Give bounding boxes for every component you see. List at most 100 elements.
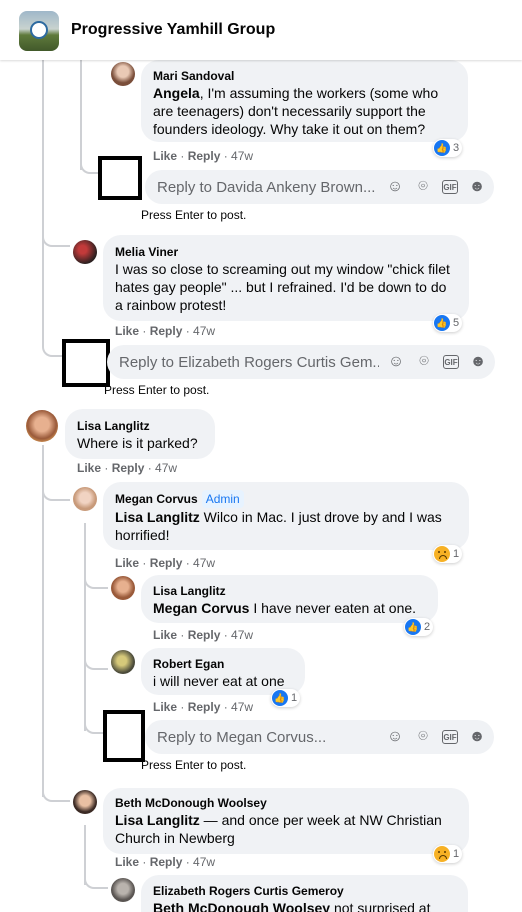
reaction-count[interactable]: 👍 2 bbox=[404, 618, 434, 636]
comment-bubble: Mari Sandoval Angela, I'm assuming the w… bbox=[141, 60, 468, 142]
comment-text: Megan Corvus I have never eaten at one. bbox=[153, 600, 417, 616]
like-link[interactable]: Like bbox=[115, 855, 139, 869]
avatar[interactable] bbox=[111, 878, 135, 902]
thread-line bbox=[84, 575, 108, 589]
avatar[interactable] bbox=[26, 410, 58, 442]
timestamp[interactable]: 47w bbox=[193, 324, 215, 338]
camera-icon[interactable]: ⌾ bbox=[415, 353, 433, 371]
reaction-count[interactable]: 👍 3 bbox=[433, 139, 463, 157]
comment-author[interactable]: Beth McDonough Woolsey bbox=[115, 795, 457, 811]
comment-text: Lisa Langlitz Wilco in Mac. I just drove… bbox=[115, 509, 442, 543]
thread-line bbox=[42, 233, 70, 247]
mention-link[interactable]: Angela bbox=[153, 85, 200, 101]
reply-link[interactable]: Reply bbox=[112, 461, 145, 475]
timestamp[interactable]: 47w bbox=[193, 855, 215, 869]
reply-link[interactable]: Reply bbox=[150, 556, 183, 570]
comment-author[interactable]: Robert Egan bbox=[153, 656, 293, 672]
redacted-avatar bbox=[103, 710, 145, 762]
reply-input[interactable] bbox=[157, 170, 377, 204]
admin-badge: Admin bbox=[201, 490, 244, 508]
sticker-icon[interactable]: ☻ bbox=[468, 178, 486, 196]
emoji-icon[interactable]: ☺ bbox=[386, 728, 404, 746]
comment-author: Megan Corvus Admin bbox=[115, 490, 457, 508]
comment-author[interactable]: Melia Viner bbox=[115, 244, 457, 260]
reaction-count[interactable]: 👍 1 bbox=[271, 689, 301, 707]
mention-link[interactable]: Megan Corvus bbox=[153, 600, 249, 616]
sad-reaction-icon bbox=[434, 846, 450, 862]
like-link[interactable]: Like bbox=[153, 700, 177, 714]
group-avatar[interactable] bbox=[19, 11, 59, 51]
thread-line bbox=[84, 656, 108, 670]
comment-actions: Like · Reply · 47w bbox=[115, 855, 216, 869]
comment-author[interactable]: Mari Sandoval bbox=[153, 68, 456, 84]
mention-link[interactable]: Beth McDonough Woolsey bbox=[153, 900, 330, 912]
reaction-count[interactable]: 👍 5 bbox=[433, 314, 463, 332]
comment-thread: Mari Sandoval Angela, I'm assuming the w… bbox=[0, 60, 522, 912]
like-link[interactable]: Like bbox=[77, 461, 101, 475]
press-enter-hint: Press Enter to post. bbox=[141, 208, 247, 222]
group-logo-icon bbox=[30, 21, 48, 39]
comment-bubble: Megan Corvus Admin Lisa Langlitz Wilco in… bbox=[103, 482, 469, 550]
press-enter-hint: Press Enter to post. bbox=[104, 383, 210, 397]
comment-bubble: Lisa Langlitz Megan Corvus I have never … bbox=[141, 575, 438, 623]
reply-input[interactable] bbox=[119, 345, 379, 379]
reply-link[interactable]: Reply bbox=[188, 700, 221, 714]
thread-line bbox=[84, 875, 108, 889]
comment-actions: Like · Reply · 47w bbox=[115, 556, 216, 570]
gif-icon[interactable]: GIF bbox=[442, 730, 458, 744]
reply-input-box[interactable]: ☺ ⌾ GIF ☻ bbox=[145, 720, 494, 754]
gif-icon[interactable]: GIF bbox=[442, 180, 458, 194]
reply-input[interactable] bbox=[157, 720, 377, 754]
author-name[interactable]: Megan Corvus bbox=[115, 492, 198, 506]
comment-author[interactable]: Elizabeth Rogers Curtis Gemeroy bbox=[153, 883, 456, 899]
avatar[interactable] bbox=[111, 62, 135, 86]
avatar[interactable] bbox=[73, 240, 97, 264]
emoji-icon[interactable]: ☺ bbox=[387, 353, 405, 371]
sticker-icon[interactable]: ☻ bbox=[469, 353, 487, 371]
like-link[interactable]: Like bbox=[115, 324, 139, 338]
like-reaction-icon: 👍 bbox=[272, 690, 288, 706]
comment-actions: Like · Reply · 47w bbox=[115, 324, 216, 338]
comment-text: Beth McDonough Woolsey not surprised at bbox=[153, 899, 456, 912]
comment-author[interactable]: Lisa Langlitz bbox=[77, 418, 203, 434]
timestamp[interactable]: 47w bbox=[231, 628, 253, 642]
timestamp[interactable]: 47w bbox=[155, 461, 177, 475]
timestamp[interactable]: 47w bbox=[193, 556, 215, 570]
thread-line bbox=[42, 788, 70, 802]
gif-icon[interactable]: GIF bbox=[443, 355, 459, 369]
reply-link[interactable]: Reply bbox=[150, 324, 183, 338]
comment-text: i will never eat at one bbox=[153, 673, 285, 689]
reply-link[interactable]: Reply bbox=[188, 149, 221, 163]
group-header: Progressive Yamhill Group bbox=[0, 0, 522, 60]
avatar[interactable] bbox=[111, 576, 135, 600]
sticker-icon[interactable]: ☻ bbox=[468, 728, 486, 746]
press-enter-hint: Press Enter to post. bbox=[141, 758, 247, 772]
group-title[interactable]: Progressive Yamhill Group bbox=[71, 21, 275, 39]
reaction-count[interactable]: 1 bbox=[433, 545, 463, 563]
avatar[interactable] bbox=[111, 650, 135, 674]
like-reaction-icon: 👍 bbox=[434, 140, 450, 156]
reply-link[interactable]: Reply bbox=[150, 855, 183, 869]
emoji-icon[interactable]: ☺ bbox=[386, 178, 404, 196]
like-link[interactable]: Like bbox=[115, 556, 139, 570]
reply-input-box[interactable]: ☺ ⌾ GIF ☻ bbox=[145, 170, 494, 204]
comment-author[interactable]: Lisa Langlitz bbox=[153, 583, 426, 599]
comment-text: Where is it parked? bbox=[77, 435, 198, 451]
reply-link[interactable]: Reply bbox=[188, 628, 221, 642]
avatar[interactable] bbox=[73, 790, 97, 814]
like-link[interactable]: Like bbox=[153, 149, 177, 163]
camera-icon[interactable]: ⌾ bbox=[414, 178, 432, 196]
mention-link[interactable]: Lisa Langlitz bbox=[115, 812, 200, 828]
mention-link[interactable]: Lisa Langlitz bbox=[115, 509, 200, 525]
redacted-avatar bbox=[62, 339, 110, 387]
like-link[interactable]: Like bbox=[153, 628, 177, 642]
thread-line bbox=[80, 60, 82, 170]
reaction-count[interactable]: 1 bbox=[433, 845, 463, 863]
reply-input-box[interactable]: ☺ ⌾ GIF ☻ bbox=[107, 345, 495, 379]
comment-actions: Like · Reply · 47w bbox=[153, 149, 254, 163]
camera-icon[interactable]: ⌾ bbox=[414, 728, 432, 746]
comment-bubble: Melia Viner I was so close to screaming … bbox=[103, 235, 469, 321]
avatar[interactable] bbox=[73, 487, 97, 511]
timestamp[interactable]: 47w bbox=[231, 700, 253, 714]
timestamp[interactable]: 47w bbox=[231, 149, 253, 163]
